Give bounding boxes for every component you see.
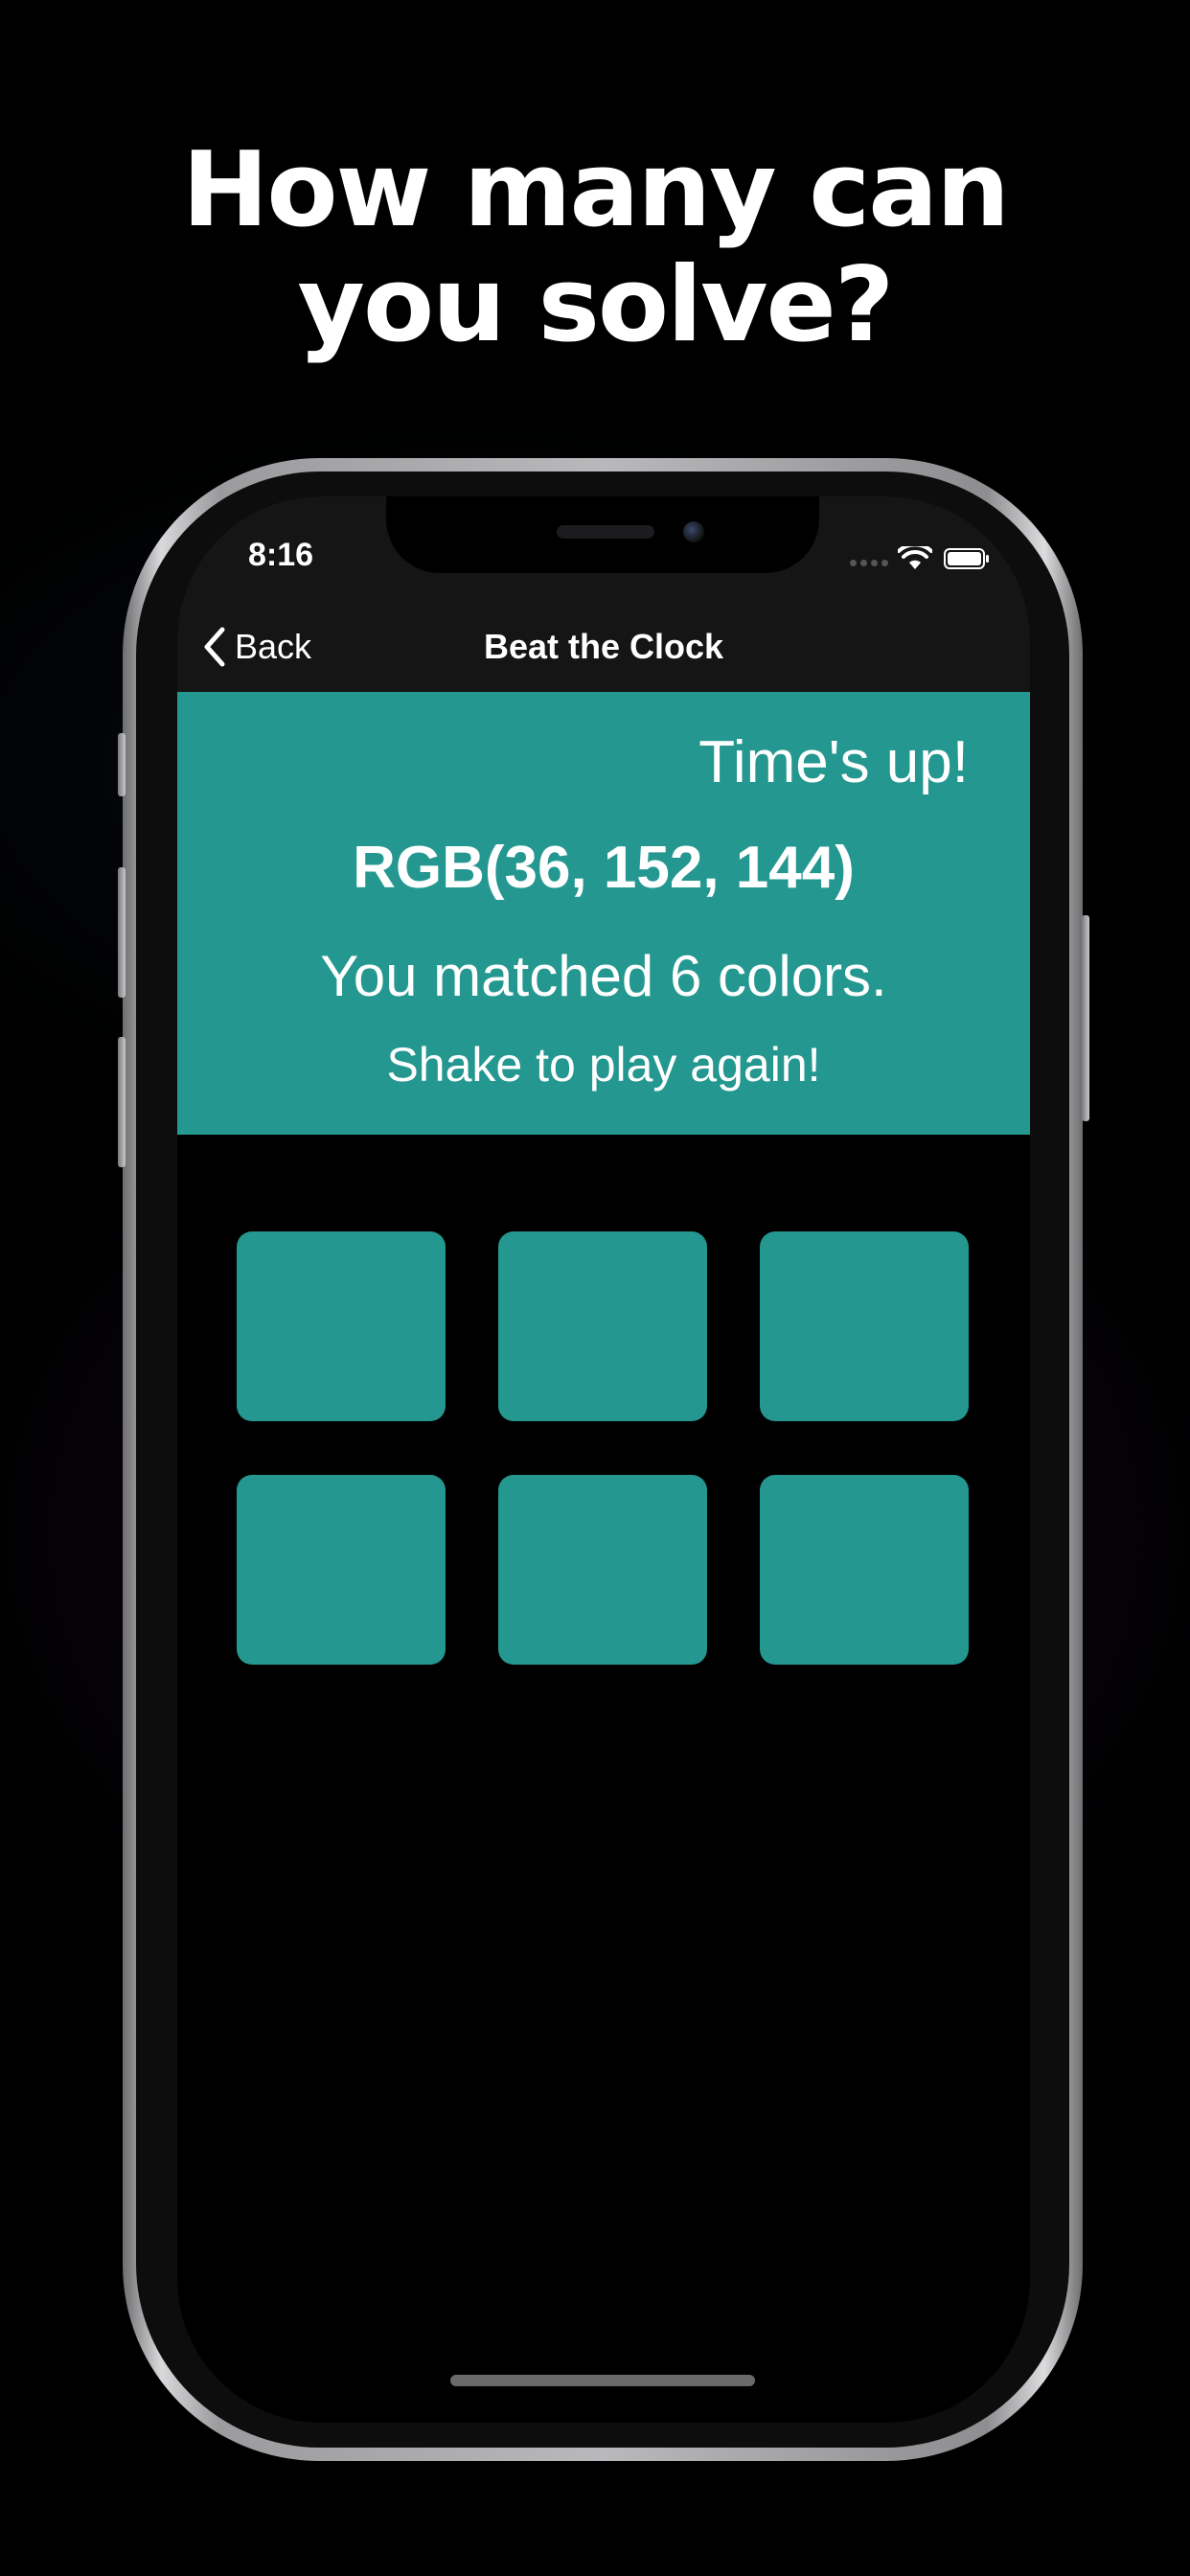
status-time: 8:16	[248, 537, 314, 573]
mute-switch	[118, 733, 126, 796]
headline-line-1: How many can	[181, 130, 1010, 250]
page-title: Beat the Clock	[483, 627, 724, 666]
cellular-signal-icon	[850, 560, 888, 566]
color-swatch-4[interactable]	[237, 1475, 446, 1665]
result-panel: Time's up! RGB(36, 152, 144) You matched…	[177, 692, 1030, 1135]
battery-icon	[944, 548, 989, 569]
volume-down-button	[118, 1037, 126, 1167]
color-swatch-3[interactable]	[760, 1231, 969, 1421]
target-rgb-label: RGB(36, 152, 144)	[353, 835, 855, 901]
volume-up-button	[118, 867, 126, 998]
color-swatch-5[interactable]	[498, 1475, 707, 1665]
camera-icon	[683, 521, 704, 542]
shake-instruction-label: Shake to play again!	[386, 1038, 821, 1092]
speaker-grille	[557, 525, 654, 539]
power-button	[1082, 915, 1089, 1121]
color-swatch-2[interactable]	[498, 1231, 707, 1421]
notch	[386, 496, 819, 573]
navigation-bar: Back Beat the Clock	[177, 602, 1030, 692]
headline-line-2: you solve?	[297, 245, 895, 365]
color-swatch-6[interactable]	[760, 1475, 969, 1665]
phone-screen: 8:16 Back Beat the Clock Time's up! RGB(…	[177, 496, 1030, 2423]
times-up-label: Time's up!	[698, 729, 969, 795]
home-indicator[interactable]	[450, 2375, 755, 2386]
wifi-icon	[898, 546, 932, 569]
matched-count-label: You matched 6 colors.	[320, 944, 887, 1008]
color-swatch-1[interactable]	[237, 1231, 446, 1421]
